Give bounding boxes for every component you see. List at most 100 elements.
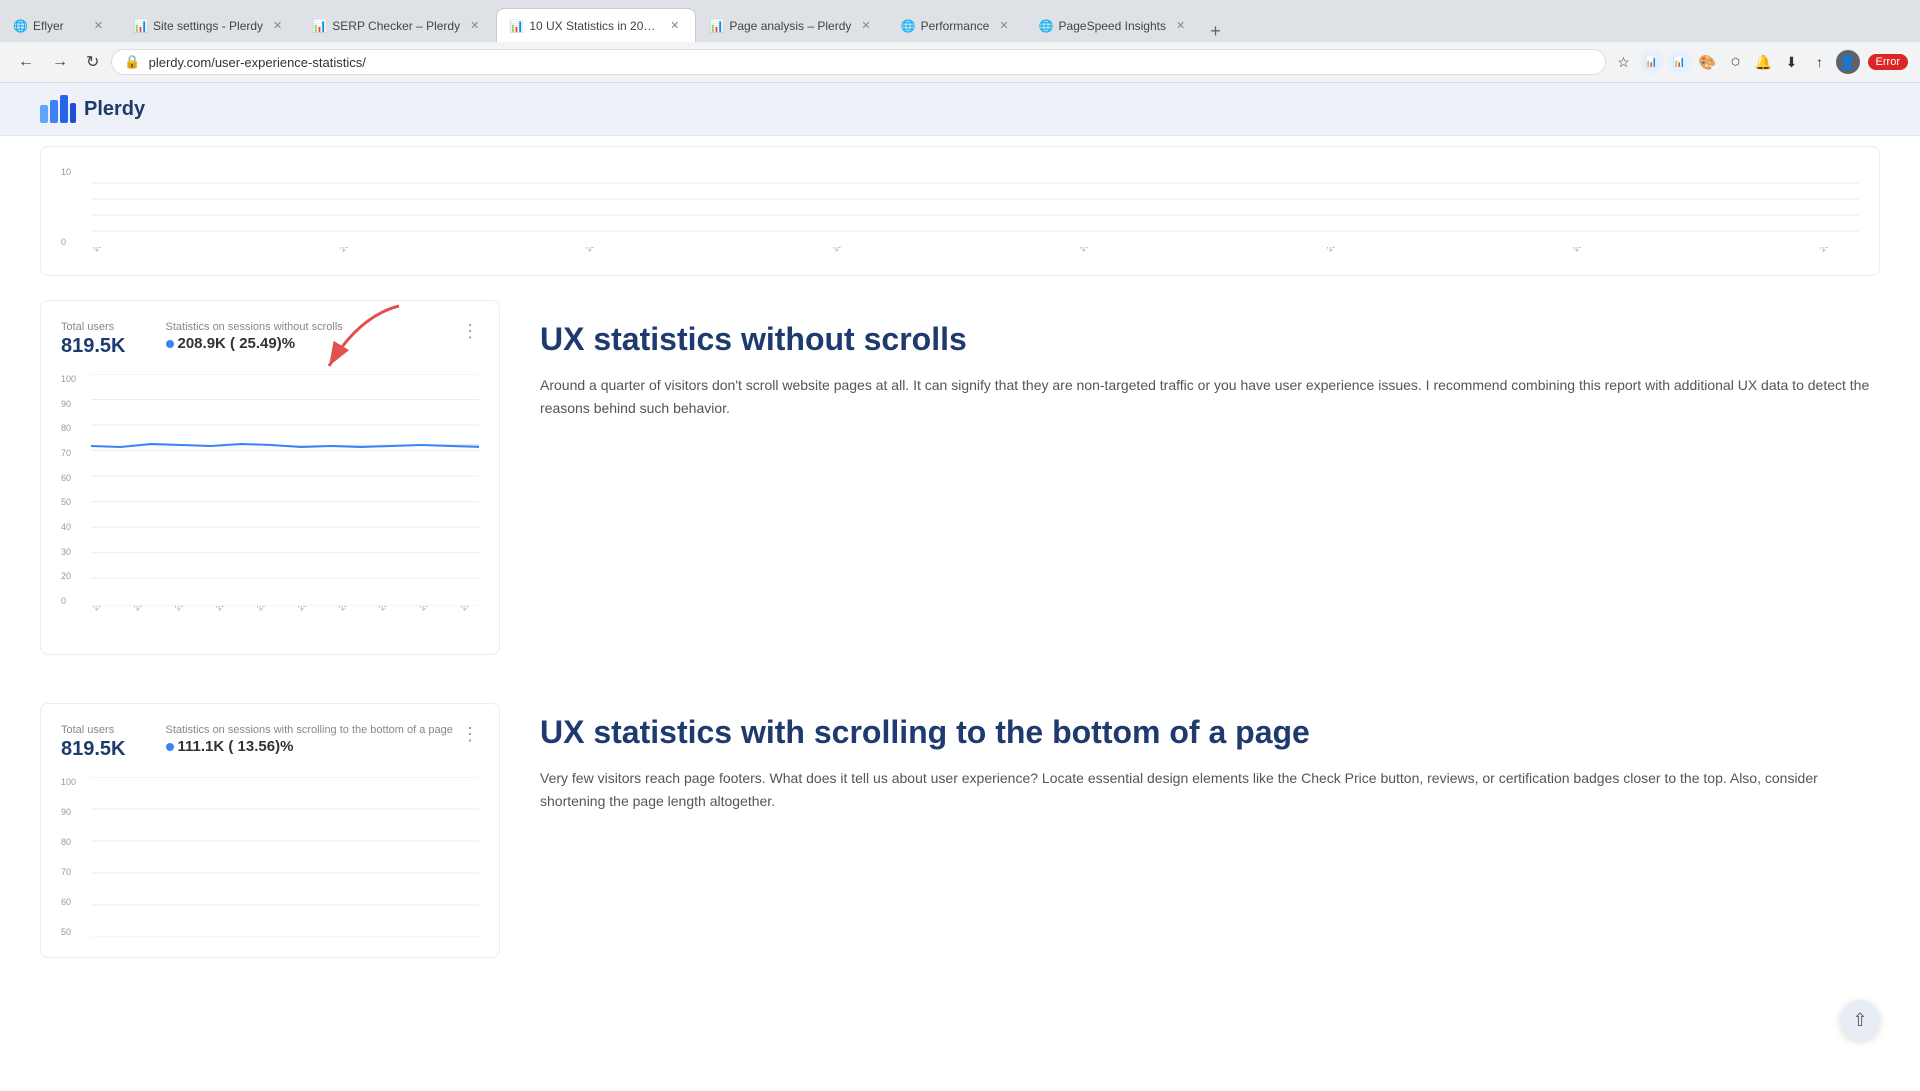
tab-site-settings-label: Site settings - Plerdy xyxy=(153,19,263,33)
toolbar: ← → ↻ 🔒 plerdy.com/user-experience-stati… xyxy=(0,42,1920,82)
section2-card-header: Total users 819.5K Statistics on session… xyxy=(61,724,479,761)
browser-chrome: 🌐 Eflyer ✕ 📊 Site settings - Plerdy ✕ 📊 … xyxy=(0,0,1920,83)
section1-card-header: Total users 819.5K Statistics on session… xyxy=(61,321,479,358)
tab-serp-checker[interactable]: 📊 SERP Checker – Plerdy ✕ xyxy=(299,8,496,42)
ext-icon2[interactable]: ⬡ xyxy=(1724,50,1748,74)
section1-dot xyxy=(166,340,174,348)
page-content: Plerdy 10 0 xyxy=(0,83,1920,1091)
partial-chart-svg xyxy=(91,167,1859,247)
section2-svg xyxy=(91,777,479,937)
tab-serp-close[interactable]: ✕ xyxy=(466,17,483,34)
section1-chart: 100 90 80 70 60 50 40 30 20 0 xyxy=(61,374,479,634)
plerdy-ext-icon[interactable]: 📊 xyxy=(1640,50,1664,74)
chart-card-section2: Total users 819.5K Statistics on session… xyxy=(40,703,500,958)
back-button[interactable]: ← xyxy=(12,49,40,75)
section1-total-label: Total users xyxy=(61,321,126,333)
plerdy-ext-icon2[interactable]: 📊 xyxy=(1668,50,1692,74)
address-bar[interactable]: 🔒 plerdy.com/user-experience-statistics/ xyxy=(111,49,1605,75)
x-label-partial-5: 2024-07-02 xyxy=(1078,247,1127,267)
x-label-partial-2: 2024-06-20 xyxy=(338,247,387,267)
section2-title: UX statistics with scrolling to the bott… xyxy=(540,713,1880,751)
tab-eflyer-close[interactable]: ✕ xyxy=(90,17,107,34)
section2-chart: 100 90 80 70 60 50 xyxy=(61,777,479,937)
section1-meta: Total users 819.5K Statistics on session… xyxy=(61,321,343,358)
tab-pagespeed-label: PageSpeed Insights xyxy=(1059,19,1166,33)
tab-performance[interactable]: 🌐 Performance ✕ xyxy=(888,8,1026,42)
section2-stats-label: Statistics on sessions with scrolling to… xyxy=(166,724,453,736)
tab-ux-label: 10 UX Statistics in 2024 – Pie... xyxy=(529,19,660,33)
performance-favicon: 🌐 xyxy=(901,19,915,33)
section2-total-label: Total users xyxy=(61,724,126,736)
section1-total-users: Total users 819.5K xyxy=(61,321,126,358)
tab-page-analysis[interactable]: 📊 Page analysis – Plerdy ✕ xyxy=(696,8,887,42)
lock-icon: 🔒 xyxy=(124,54,140,70)
section2-y-labels: 100 90 80 70 60 50 xyxy=(61,777,89,937)
ext-icon4[interactable]: ⬇ xyxy=(1780,50,1804,74)
section2-text: UX statistics with scrolling to the bott… xyxy=(540,703,1880,812)
ext-icon3[interactable]: 🔔 xyxy=(1752,50,1776,74)
tab-site-settings[interactable]: 📊 Site settings - Plerdy ✕ xyxy=(120,8,299,42)
tab-eflyer[interactable]: 🌐 Eflyer ✕ xyxy=(0,8,120,42)
section1-chart-inner xyxy=(91,374,479,606)
section1-stats-value: 208.9K ( 25.49)% xyxy=(166,335,343,352)
site-header: Plerdy xyxy=(0,83,1920,136)
section2-dot xyxy=(166,743,174,751)
eflyer-favicon: 🌐 xyxy=(13,19,27,33)
tab-pagespeed-close[interactable]: ✕ xyxy=(1172,17,1189,34)
section1-y-labels: 100 90 80 70 60 50 40 30 20 0 xyxy=(61,374,89,606)
section1-svg xyxy=(91,374,479,606)
x-label-partial-4: 2024-06-28 xyxy=(831,247,880,267)
tab-eflyer-label: Eflyer xyxy=(33,19,84,33)
ux-favicon: 📊 xyxy=(509,19,523,33)
forward-button[interactable]: → xyxy=(46,49,74,75)
section1-text: UX statistics without scrolls Around a q… xyxy=(540,300,1880,419)
error-badge: Error xyxy=(1868,54,1908,70)
star-icon[interactable]: ☆ xyxy=(1612,50,1636,74)
toolbar-icons: ☆ 📊 📊 🎨 ⬡ 🔔 ⬇ ↑ 👤 Error xyxy=(1612,50,1908,74)
profile-icon[interactable]: 👤 xyxy=(1836,50,1860,74)
page-analysis-favicon: 📊 xyxy=(709,19,723,33)
site-settings-favicon: 📊 xyxy=(133,19,147,33)
tab-ux-close[interactable]: ✕ xyxy=(666,17,683,34)
chart-card-section1: Total users 819.5K Statistics on session… xyxy=(40,300,500,655)
tab-pagespeed[interactable]: 🌐 PageSpeed Insights ✕ xyxy=(1026,8,1203,42)
tab-performance-close[interactable]: ✕ xyxy=(995,17,1012,34)
reload-button[interactable]: ↻ xyxy=(80,48,105,76)
x-label-partial-6: 2024-07-06 xyxy=(1325,247,1374,267)
tab-performance-label: Performance xyxy=(921,19,990,33)
chrome-ext-icon[interactable]: 🎨 xyxy=(1696,50,1720,74)
section1-title: UX statistics without scrolls xyxy=(540,320,1880,358)
scroll-to-top-button[interactable]: ⇧ xyxy=(1840,1000,1880,1040)
section2-stats-value: 111.1K ( 13.56)% xyxy=(166,738,453,755)
section2-chart-inner xyxy=(91,777,479,937)
tab-page-analysis-close[interactable]: ✕ xyxy=(857,17,874,34)
section2-menu[interactable]: ⋮ xyxy=(461,724,479,745)
tab-ux-statistics[interactable]: 📊 10 UX Statistics in 2024 – Pie... ✕ xyxy=(496,8,696,42)
pagespeed-favicon: 🌐 xyxy=(1039,19,1053,33)
section2-row: Total users 819.5K Statistics on session… xyxy=(40,703,1880,982)
partial-chart-card: 10 0 2024-06-16 2024-06-20 2024-06-24 20… xyxy=(40,146,1880,276)
x-label-partial-7: 2024-07-10 xyxy=(1571,247,1620,267)
new-tab-button[interactable]: + xyxy=(1202,21,1229,42)
section2-stats: Statistics on sessions with scrolling to… xyxy=(166,724,453,761)
partial-y-bottom: 0 xyxy=(61,237,89,247)
tab-site-settings-close[interactable]: ✕ xyxy=(269,17,286,34)
address-text: plerdy.com/user-experience-statistics/ xyxy=(149,55,1593,70)
section1-stats: Statistics on sessions without scrolls 2… xyxy=(166,321,343,358)
x-label-partial-1: 2024-06-16 xyxy=(91,247,140,267)
logo-area: Plerdy xyxy=(40,95,145,123)
section2-description: Very few visitors reach page footers. Wh… xyxy=(540,767,1880,812)
section1-stats-label: Statistics on sessions without scrolls xyxy=(166,321,343,333)
section1-menu[interactable]: ⋮ xyxy=(461,321,479,342)
serp-favicon: 📊 xyxy=(312,19,326,33)
x-label-partial-3: 2024-06-24 xyxy=(584,247,633,267)
tab-page-analysis-label: Page analysis – Plerdy xyxy=(729,19,851,33)
logo-text: Plerdy xyxy=(84,98,145,121)
partial-y-top: 10 xyxy=(61,167,89,177)
section2-total-users: Total users 819.5K xyxy=(61,724,126,761)
x-label-partial-8: 2024-07-14 xyxy=(1818,247,1859,267)
section1-x-labels: 2024-06-16 2024-06-18 2024-06-20 2024-06… xyxy=(91,606,479,634)
plerdy-logo-icon xyxy=(40,95,76,123)
tab-serp-label: SERP Checker – Plerdy xyxy=(332,19,460,33)
ext-icon5[interactable]: ↑ xyxy=(1808,50,1832,74)
